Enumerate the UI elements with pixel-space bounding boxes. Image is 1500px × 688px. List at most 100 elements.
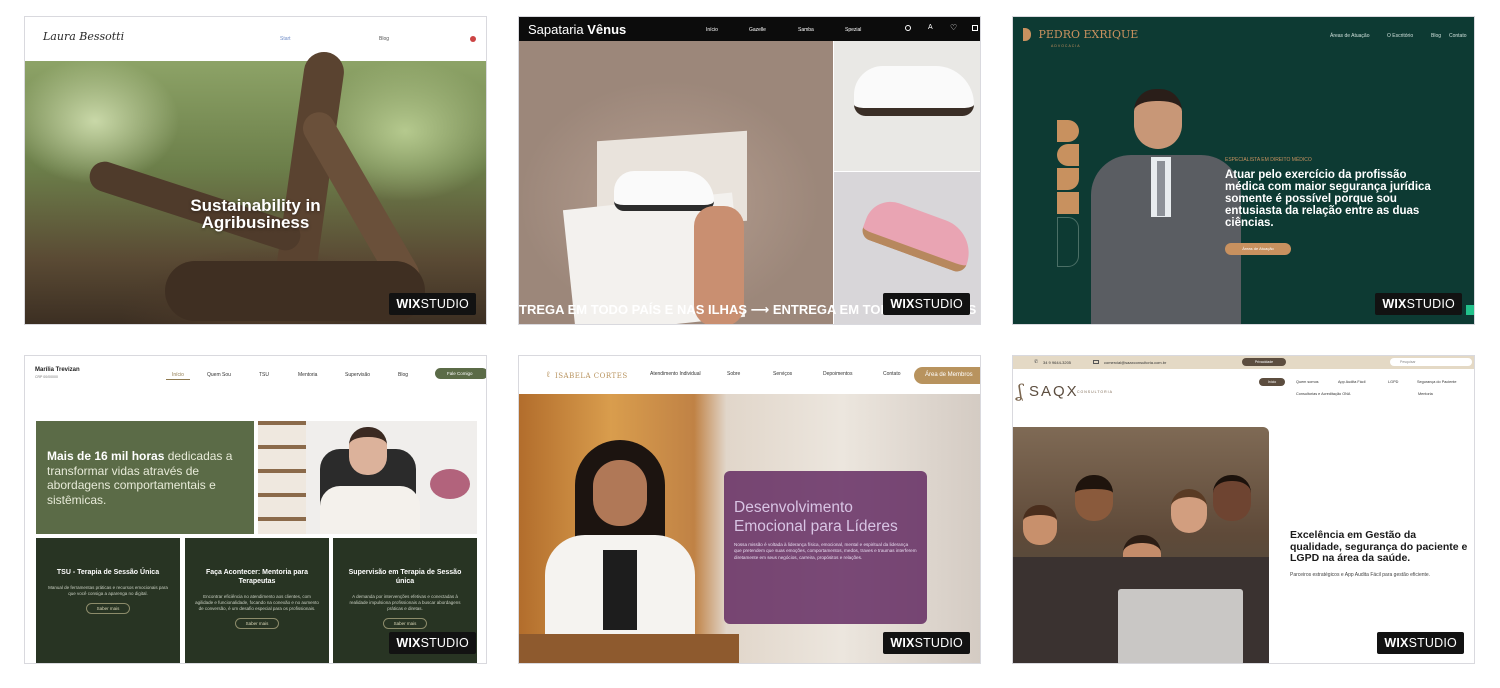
mail-icon	[1093, 360, 1099, 364]
wishlist-icon[interactable]: ♡	[950, 23, 957, 32]
template-card-marilia[interactable]: Marília Trevizan CRP 00/00000 Início Que…	[24, 355, 487, 664]
cart-icon[interactable]	[972, 25, 978, 31]
nav-link-contato[interactable]: Contato	[883, 371, 901, 377]
site-header: Marília Trevizan CRP 00/00000 Início Que…	[25, 356, 486, 394]
nav-link-gazelle[interactable]: Gazelle	[749, 27, 766, 33]
nav-link-inicio[interactable]: Início	[706, 27, 718, 33]
members-area-button[interactable]: Área de Membros	[914, 367, 980, 384]
hero-text: Excelência em Gestão da qualidade, segur…	[1290, 529, 1470, 578]
nav-link-consultorias[interactable]: Consultorias e Acreditação ONA	[1296, 392, 1350, 396]
template-card-pedro-exrique[interactable]: PEDRO EXRIQUE ADVOCACIA Áreas de Atuação…	[1012, 16, 1475, 325]
person	[1171, 489, 1207, 533]
nav-link-servicos[interactable]: Serviços	[773, 371, 792, 377]
template-card-isabela[interactable]: ℓ ISABELA CORTES Atendimento Individual …	[518, 355, 981, 664]
nav-link-quem-sou[interactable]: Quem Sou	[207, 372, 231, 378]
logo-mark-icon: ℓ	[547, 370, 550, 379]
hero-text-panel: Desenvolvimento Emocional para Líderes N…	[724, 471, 927, 624]
nav-link-supervisao[interactable]: Supervisão	[345, 372, 370, 378]
privacy-button[interactable]: Privacidade	[1242, 358, 1286, 366]
account-icon[interactable]: A	[928, 24, 933, 31]
site-logo: ISABELA CORTES	[555, 372, 628, 380]
top	[320, 486, 420, 534]
nav-link-app[interactable]: App Audita Fácil	[1338, 380, 1365, 384]
site-header: Laura Bessotti Start Blog	[25, 17, 486, 61]
laptop	[1118, 589, 1243, 663]
head	[1134, 89, 1182, 149]
nav-link-mentoria[interactable]: Mentoria	[298, 372, 317, 378]
flowers	[430, 469, 470, 499]
nav-link-lgpd[interactable]: LGPD	[1388, 380, 1398, 384]
nav-link-seguranca[interactable]: Segurança do Paciente	[1417, 380, 1456, 384]
template-card-saax[interactable]: ✆ 34 9 9644-3205 comercial@saaxconsultor…	[1012, 355, 1475, 664]
logo-mark-icon: ʆ	[1017, 381, 1023, 402]
template-card-sustainability[interactable]: Laura Bessotti Start Blog Sustainability…	[24, 16, 487, 325]
nav-link-blog[interactable]: Blog	[379, 36, 389, 42]
nav-link-tsu[interactable]: TSU	[259, 372, 269, 378]
template-card-sapataria[interactable]: Sapataria Vênus Início Gazelle Samba Spe…	[518, 16, 981, 325]
bookshelf	[258, 421, 306, 534]
decorative-shape	[1057, 120, 1079, 142]
saber-mais-button[interactable]: Saber mais	[85, 603, 131, 614]
nav-link-samba[interactable]: Samba	[798, 27, 814, 33]
saber-mais-button[interactable]: Saber mais	[382, 618, 428, 629]
decorative-shape	[1057, 144, 1079, 166]
site-header: ʆ SAQX CONSULTORIA Início Quem somos App…	[1013, 369, 1474, 419]
decorative-shape-outline	[1057, 217, 1079, 267]
desk	[519, 634, 739, 663]
search-input[interactable]: Pesquisar	[1390, 358, 1472, 366]
site-logo: Marília Trevizan	[35, 367, 80, 373]
nav-link-inicio[interactable]: Início	[1259, 378, 1285, 386]
decorative-shape	[1057, 192, 1079, 214]
nav-link-start[interactable]: Start	[280, 36, 291, 42]
site-logo: Laura Bessotti	[43, 30, 125, 43]
nav-link-atendimento[interactable]: Atendimento Individual	[650, 371, 701, 377]
nav-link-mentoria[interactable]: Mentoria	[1418, 392, 1433, 396]
cta-button[interactable]: Áreas de Atuação	[1225, 243, 1291, 255]
nav-link-depoimentos[interactable]: Depoimentos	[823, 371, 852, 377]
phone-icon: ✆	[1034, 359, 1039, 365]
chat-widget[interactable]	[1466, 305, 1474, 315]
hero-headline: Atuar pelo exercício da profissão médica…	[1225, 169, 1431, 229]
contact-button[interactable]: Fale Comigo	[435, 368, 486, 379]
product-photo-top	[834, 41, 980, 171]
person	[1213, 475, 1251, 521]
person	[1023, 505, 1057, 545]
sneaker-pink	[859, 194, 979, 275]
site-logo: PEDRO EXRIQUE ADVOCACIA	[1023, 26, 1138, 48]
site-logo-sub: CONSULTORIA	[1077, 390, 1113, 394]
nav-link-blog[interactable]: Blog	[398, 372, 408, 378]
site-logo: Sapataria Vênus	[528, 22, 627, 37]
saber-mais-button[interactable]: Saber mais	[234, 618, 280, 629]
nav-link-quem-somos[interactable]: Quem somos	[1296, 380, 1319, 384]
service-card-tsu[interactable]: TSU - Terapia de Sessão Única Manual de …	[36, 538, 180, 663]
search-icon[interactable]	[905, 25, 911, 31]
site-logo: SAQX	[1029, 383, 1079, 400]
portrait-photo	[258, 421, 477, 534]
nav-link-contato[interactable]: Contato	[1449, 33, 1467, 39]
language-flag-icon[interactable]	[470, 36, 476, 42]
product-photo-box	[519, 41, 833, 324]
tie	[1157, 161, 1165, 216]
person	[545, 440, 695, 663]
hero-text-box: Mais de 16 mil horas dedicadas a transfo…	[36, 421, 254, 534]
wix-studio-badge: WIXSTUDIO	[389, 292, 476, 315]
sneaker	[614, 171, 714, 211]
service-card-mentoria[interactable]: Faça Acontecer: Mentoria para Terapeutas…	[185, 538, 329, 663]
hero-headline: Excelência em Gestão da qualidade, segur…	[1290, 529, 1468, 565]
nav-link-areas[interactable]: Áreas de Atuação	[1330, 33, 1369, 39]
hero-subtext: Parceiros estratégicos e App Audita Fáci…	[1290, 571, 1431, 578]
wix-studio-badge: WIXSTUDIO	[883, 292, 970, 315]
nav-link-sobre[interactable]: Sobre	[727, 371, 740, 377]
site-header: Sapataria Vênus Início Gazelle Samba Spe…	[519, 17, 980, 41]
nav-link-blog[interactable]: Blog	[1431, 33, 1441, 39]
wix-studio-badge: WIXSTUDIO	[389, 631, 476, 654]
inner-top	[603, 550, 637, 630]
template-gallery: Laura Bessotti Start Blog Sustainability…	[0, 0, 1500, 688]
decorative-shape	[1057, 168, 1079, 190]
nav-link-escritorio[interactable]: O Escritório	[1387, 33, 1413, 39]
nav-link-spezial[interactable]: Spezial	[845, 27, 861, 33]
head	[349, 427, 387, 475]
hero-eyebrow: ESPECIALISTA EM DIREITO MÉDICO	[1225, 157, 1312, 163]
hero-image	[1013, 427, 1269, 663]
nav-link-inicio[interactable]: Início	[166, 372, 190, 380]
